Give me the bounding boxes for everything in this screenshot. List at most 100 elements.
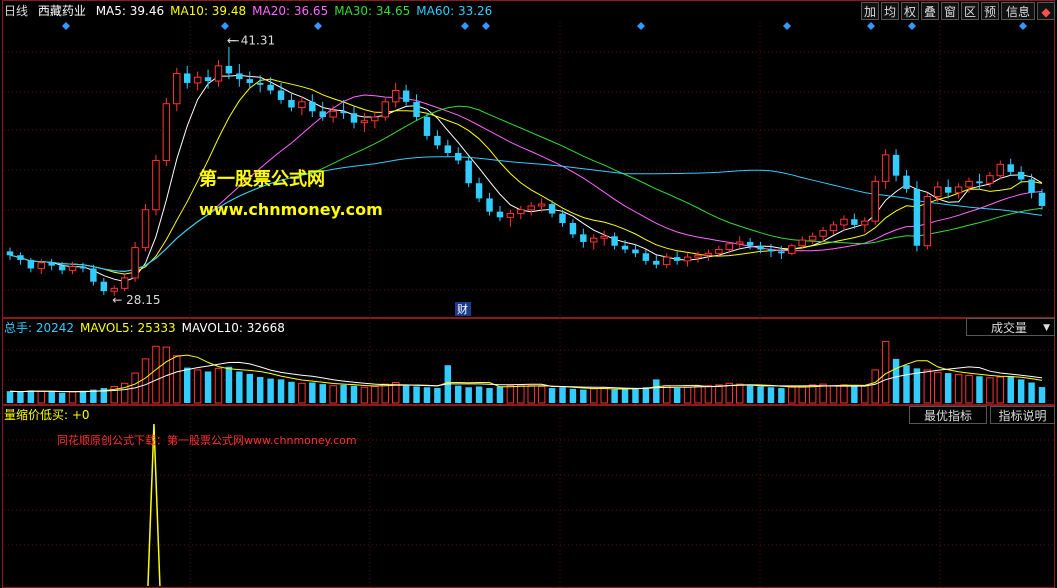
volume-bar — [350, 385, 358, 403]
candle-body — [236, 73, 243, 80]
volume-bar — [559, 387, 566, 403]
event-diamond-icon — [314, 22, 322, 30]
ma-legend-item: MA60: 33.26 — [416, 4, 493, 18]
volume-bar — [1038, 387, 1046, 403]
volume-bar — [517, 384, 525, 404]
volume-bar — [548, 388, 556, 403]
candle-body — [965, 180, 973, 188]
volume-bar — [798, 385, 806, 404]
event-diamond-icon — [867, 22, 875, 30]
volume-bar — [256, 377, 264, 403]
volume-bar — [17, 391, 24, 403]
volume-bar — [48, 391, 55, 403]
volume-bar — [475, 386, 483, 403]
candle-body — [434, 135, 441, 146]
volume-legend-item: MAVOL5: 25333 — [80, 321, 176, 335]
volume-legend-item: 总手: 20242 — [4, 321, 75, 335]
candle-body — [673, 257, 681, 261]
volume-bar — [871, 369, 879, 404]
event-diamond-icon — [908, 22, 916, 30]
volume-bar — [662, 385, 671, 404]
candle-body — [1007, 164, 1014, 172]
range-button[interactable]: 区 — [961, 2, 979, 20]
info-button[interactable]: 信息 — [1001, 2, 1035, 20]
add-stock-button[interactable]: 加 — [861, 2, 879, 20]
overlay-button[interactable]: 叠 — [921, 2, 939, 20]
candle-body — [934, 186, 942, 198]
volume-bar — [569, 388, 577, 403]
kline-chart[interactable]: ← 41.31 ← 28.15 财 — [0, 0, 1057, 588]
candle-body — [141, 209, 150, 249]
volume-bar — [683, 386, 692, 404]
volume-bar — [329, 385, 337, 404]
volume-bar — [735, 383, 744, 404]
volume-bar — [173, 355, 181, 404]
ma-button[interactable]: 均 — [881, 2, 899, 20]
candle-body — [120, 277, 129, 289]
volume-bar — [141, 358, 150, 404]
volume-bar — [183, 367, 191, 403]
volume-bar — [861, 385, 869, 404]
volume-bar — [214, 367, 223, 404]
candle-body — [621, 245, 629, 250]
ma-legend-item: MA20: 36.65 — [252, 4, 329, 18]
watermark-title: 第一股票公式网 — [199, 169, 325, 190]
volume-bar — [423, 387, 431, 403]
candle-body — [829, 224, 838, 232]
period-label[interactable]: 日线 — [4, 4, 28, 18]
candle-body — [735, 241, 744, 245]
candle-body — [725, 243, 734, 251]
volume-selector-label: 成交量 — [991, 321, 1028, 335]
candle-body — [1028, 179, 1035, 193]
candle-body — [559, 213, 566, 224]
volume-bar — [934, 371, 942, 404]
settings-icon[interactable]: ◆ — [1037, 2, 1055, 20]
event-diamond-icon — [637, 22, 645, 30]
forecast-button[interactable]: 预 — [981, 2, 999, 20]
volume-bar — [236, 371, 243, 403]
volume-bar — [193, 369, 202, 404]
candle-body — [715, 249, 723, 254]
candle-body — [37, 262, 46, 269]
volume-bar — [642, 387, 650, 403]
candle-body — [110, 287, 118, 292]
volume-bar — [120, 382, 129, 404]
candle-body — [600, 235, 608, 239]
candle-body — [798, 239, 806, 247]
chart-toolbar: 加 均 权 叠 窗 区 预 信息 ◆ — [861, 2, 1055, 20]
ma-legend-item: MA30: 34.65 — [334, 4, 411, 18]
volume-bar — [600, 387, 608, 404]
window-button[interactable]: 窗 — [941, 2, 959, 20]
volume-bar — [808, 384, 817, 404]
volume-bar — [653, 379, 660, 403]
volume-bar — [360, 386, 369, 404]
candle-body — [944, 187, 952, 193]
candle-body — [68, 266, 77, 271]
volume-bar — [757, 386, 764, 403]
volume-bar — [954, 374, 963, 404]
candle-body — [298, 101, 306, 109]
candle-body — [694, 254, 702, 258]
candle-body — [475, 183, 483, 199]
candle-body — [79, 266, 87, 269]
volume-bar — [944, 373, 952, 403]
volume-bar — [277, 379, 285, 403]
candle-body — [162, 103, 171, 162]
candle-body — [391, 89, 400, 103]
candle-body — [611, 236, 618, 246]
volume-bar — [892, 358, 900, 403]
volume-bar — [319, 384, 326, 403]
volume-selector[interactable]: 成交量 ▼ — [966, 318, 1055, 336]
candle-body — [1038, 192, 1046, 206]
candle-body — [892, 154, 900, 176]
best-indicator-button[interactable]: 最优指标 — [909, 406, 987, 424]
event-diamond-icon — [461, 22, 469, 30]
rights-button[interactable]: 权 — [901, 2, 919, 20]
candle-body — [517, 209, 525, 215]
indicator-explain-button[interactable]: 指标说明 — [990, 406, 1055, 424]
volume-bar — [746, 385, 754, 403]
volume-bar — [725, 382, 734, 404]
candle-body — [996, 163, 1005, 177]
candle-body — [381, 101, 390, 118]
watermark-url: www.chnmoney.com — [199, 200, 383, 219]
